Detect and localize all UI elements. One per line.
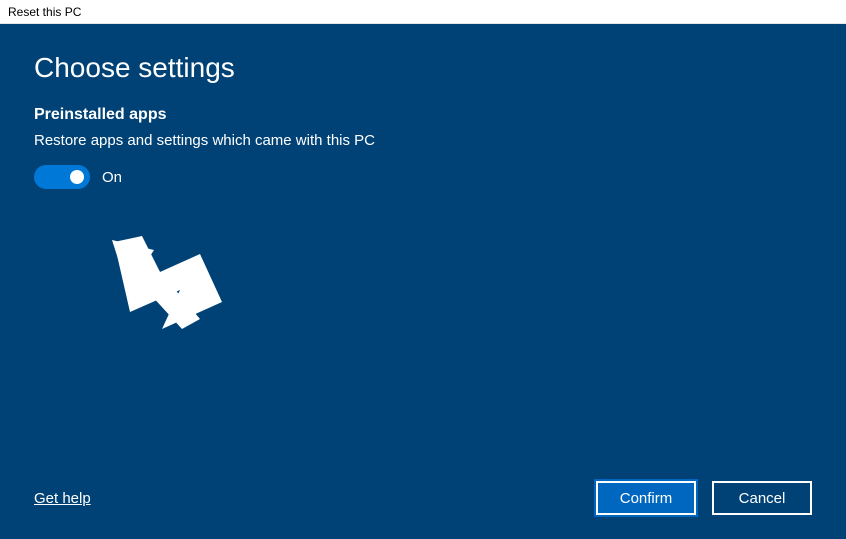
preinstalled-apps-toggle-label: On xyxy=(102,169,122,186)
button-row: Confirm Cancel xyxy=(596,481,812,515)
cancel-button[interactable]: Cancel xyxy=(712,481,812,515)
annotation-arrow-icon xyxy=(90,224,250,364)
confirm-button[interactable]: Confirm xyxy=(596,481,696,515)
preinstalled-apps-section: Preinstalled apps Restore apps and setti… xyxy=(34,106,812,189)
window-title: Reset this PC xyxy=(8,5,81,19)
toggle-knob-icon xyxy=(70,170,84,184)
preinstalled-apps-toggle[interactable] xyxy=(34,165,90,189)
content-area: Choose settings Preinstalled apps Restor… xyxy=(0,24,846,539)
get-help-link[interactable]: Get help xyxy=(34,490,91,507)
page-title: Choose settings xyxy=(34,52,812,84)
section-title-preinstalled: Preinstalled apps xyxy=(34,106,812,124)
reset-pc-window: Reset this PC Choose settings Preinstall… xyxy=(0,0,846,539)
section-description-preinstalled: Restore apps and settings which came wit… xyxy=(34,130,394,151)
titlebar: Reset this PC xyxy=(0,0,846,24)
footer: Get help Confirm Cancel xyxy=(34,465,812,515)
preinstalled-apps-toggle-row: On xyxy=(34,165,812,189)
